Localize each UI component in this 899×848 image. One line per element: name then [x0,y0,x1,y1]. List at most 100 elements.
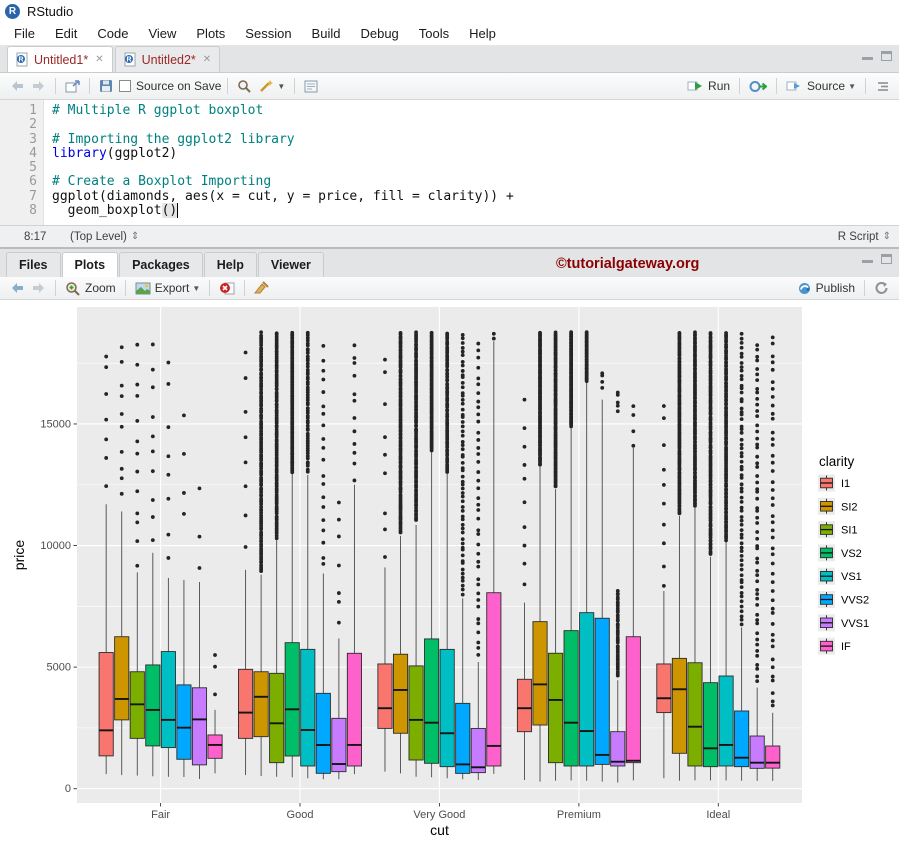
editor-lines: 1# Multiple R ggplot boxplot23# Importin… [0,104,899,218]
svg-text:0: 0 [65,783,71,795]
maximize-pane-icon[interactable] [881,254,892,264]
menu-bar: FileEditCodeViewPlotsSessionBuildDebugTo… [0,22,899,46]
svg-text:VS2: VS2 [841,548,862,560]
svg-text:10000: 10000 [40,540,71,552]
zoom-plot-button[interactable]: Zoom [65,281,116,296]
tab-close-icon[interactable]: ✕ [93,54,103,65]
editor-tab[interactable]: R Untitled1* ✕ [7,46,113,72]
code-tools-wand-icon[interactable]: ▼ [258,79,285,93]
rerun-icon[interactable] [749,80,767,93]
svg-text:IF: IF [841,641,851,653]
maximize-pane-icon[interactable] [881,51,892,61]
editor-tab[interactable]: R Untitled2* ✕ [115,46,221,72]
plots-toolbar: Zoom Export ▼ Publish [0,277,899,300]
pane-tab-help[interactable]: Help [204,252,257,277]
code-line: 4library(ggplot2) [0,147,899,161]
svg-text:Premium: Premium [557,809,601,821]
svg-text:SI2: SI2 [841,501,858,513]
minimize-pane-icon[interactable] [862,51,873,60]
clear-plots-broom-icon[interactable] [254,281,269,295]
menu-item-debug[interactable]: Debug [350,23,408,44]
rstudio-logo-icon: R [5,4,20,19]
plot-display-area: 050001000015000FairGoodVery GoodPremiumI… [0,300,899,848]
svg-text:Very Good: Very Good [413,809,465,821]
source-on-save-label: Source on Save [136,79,221,93]
menu-item-plots[interactable]: Plots [186,23,235,44]
compile-notebook-icon[interactable] [304,80,318,93]
pane-tab-plots[interactable]: Plots [62,252,119,277]
svg-text:SI1: SI1 [841,525,858,537]
code-line: 6# Create a Boxplot Importing [0,175,899,189]
menu-item-tools[interactable]: Tools [409,23,459,44]
line-number: 6 [0,175,37,189]
run-button[interactable]: Run [687,79,730,93]
export-button[interactable]: Export ▼ [135,281,201,295]
line-number: 7 [0,190,37,204]
source-button[interactable]: Source ▼ [786,79,856,93]
forward-icon[interactable] [31,80,46,92]
editor-statusbar: 8:17 (Top Level) ⇕ R Script ⇕ [0,225,899,247]
svg-text:R: R [126,57,131,64]
search-icon[interactable] [237,79,252,94]
cursor-position: 8:17 [24,231,70,243]
menu-item-code[interactable]: Code [87,23,138,44]
editor-tab-bar: R Untitled1* ✕ R Untitled2* ✕ [0,46,899,73]
back-icon[interactable] [10,80,25,92]
remove-plot-icon[interactable] [219,281,235,295]
publish-label: Publish [816,281,855,295]
line-number: 8 [0,204,37,218]
plots-pane-tab-bar: FilesPlotsPackagesHelpViewer ©tutorialgat… [0,247,899,277]
svg-text:cut: cut [430,822,449,838]
plot-back-icon[interactable] [10,282,25,294]
minimize-pane-icon[interactable] [862,254,873,263]
svg-text:15000: 15000 [40,418,71,430]
svg-text:I1: I1 [841,478,850,490]
menu-item-build[interactable]: Build [302,23,351,44]
line-number: 5 [0,161,37,175]
document-outline-icon[interactable] [875,81,889,92]
scope-indicator[interactable]: (Top Level) [70,231,127,243]
code-line: 1# Multiple R ggplot boxplot [0,104,899,118]
source-on-save-checkbox[interactable] [119,80,131,92]
r-file-icon: R [16,52,29,67]
plot-forward-icon[interactable] [31,282,46,294]
refresh-plot-icon[interactable] [874,281,889,295]
svg-text:VS1: VS1 [841,571,862,583]
line-number: 4 [0,147,37,161]
svg-text:Fair: Fair [151,809,170,821]
pane-tab-packages[interactable]: Packages [119,252,203,277]
editor-toolbar: Source on Save ▼ Run Source ▼ [0,73,899,100]
svg-text:R: R [18,57,23,64]
tab-close-icon[interactable]: ✕ [201,54,211,65]
code-line: 7ggplot(diamonds, aes(x = cut, y = price… [0,190,899,204]
menu-item-file[interactable]: File [4,23,45,44]
publish-button[interactable]: Publish [797,281,855,295]
svg-text:VVS2: VVS2 [841,595,869,607]
tab-label: Untitled1* [34,53,88,67]
tab-label: Untitled2* [142,53,196,67]
watermark-text: ©tutorialgateway.org [556,256,699,272]
pane-tab-files[interactable]: Files [6,252,61,277]
save-icon[interactable] [99,79,113,93]
run-label: Run [708,79,730,93]
code-line: 8 geom_boxplot() [0,204,899,218]
svg-text:5000: 5000 [47,662,71,674]
code-line: 2 [0,118,899,132]
svg-text:VVS1: VVS1 [841,618,869,630]
line-number: 1 [0,104,37,118]
svg-text:clarity: clarity [819,454,855,469]
popout-window-icon[interactable] [65,80,80,93]
menu-item-session[interactable]: Session [235,23,301,44]
menu-item-edit[interactable]: Edit [45,23,87,44]
window-titlebar: R RStudio [0,0,899,22]
menu-item-help[interactable]: Help [459,23,506,44]
doc-type-selector[interactable]: R Script [838,231,879,243]
svg-text:Ideal: Ideal [706,809,730,821]
plot-svg: 050001000015000FairGoodVery GoodPremiumI… [0,300,899,848]
zoom-label: Zoom [85,281,116,295]
code-line: 5 [0,161,899,175]
pane-tab-viewer[interactable]: Viewer [258,252,324,277]
line-number: 3 [0,133,37,147]
menu-item-view[interactable]: View [138,23,186,44]
code-editor[interactable]: 1# Multiple R ggplot boxplot23# Importin… [0,100,899,225]
